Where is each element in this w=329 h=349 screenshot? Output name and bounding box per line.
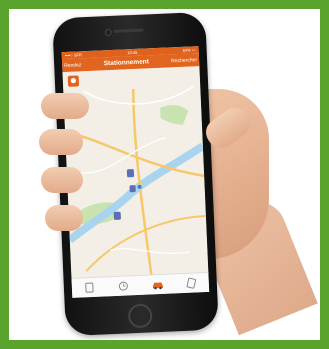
finger [41, 93, 89, 119]
speaker-grille [113, 28, 144, 33]
clock-label: 10:45 [127, 49, 138, 56]
page-title: Stationnement [103, 58, 150, 68]
ticket-icon [186, 277, 197, 289]
parking-marker[interactable] [113, 211, 121, 220]
finger [41, 167, 83, 193]
tab-car[interactable] [151, 278, 164, 291]
carrier-label: ••••○ SFR [64, 52, 82, 58]
battery-label: 84% ▭ [182, 47, 196, 53]
parking-marker[interactable] [126, 169, 135, 178]
finger [39, 129, 83, 155]
meter-icon [84, 282, 94, 293]
tab-clock[interactable] [117, 280, 130, 293]
finger [45, 205, 83, 231]
car-icon [152, 282, 163, 290]
photo: ••••○ SFR 10:45 84% ▭ Rendez Stationneme… [9, 9, 320, 340]
phone-screen: ••••○ SFR 10:45 84% ▭ Rendez Stationneme… [61, 46, 210, 298]
front-camera [104, 28, 112, 37]
tab-ticket[interactable] [185, 277, 198, 290]
search-button[interactable]: Rechercher [171, 57, 197, 64]
home-button[interactable] [127, 303, 153, 329]
rendez-button[interactable]: Rendez [64, 62, 81, 69]
tab-meter[interactable] [83, 281, 96, 294]
clock-icon [118, 281, 128, 291]
parking-marker[interactable] [129, 185, 136, 193]
